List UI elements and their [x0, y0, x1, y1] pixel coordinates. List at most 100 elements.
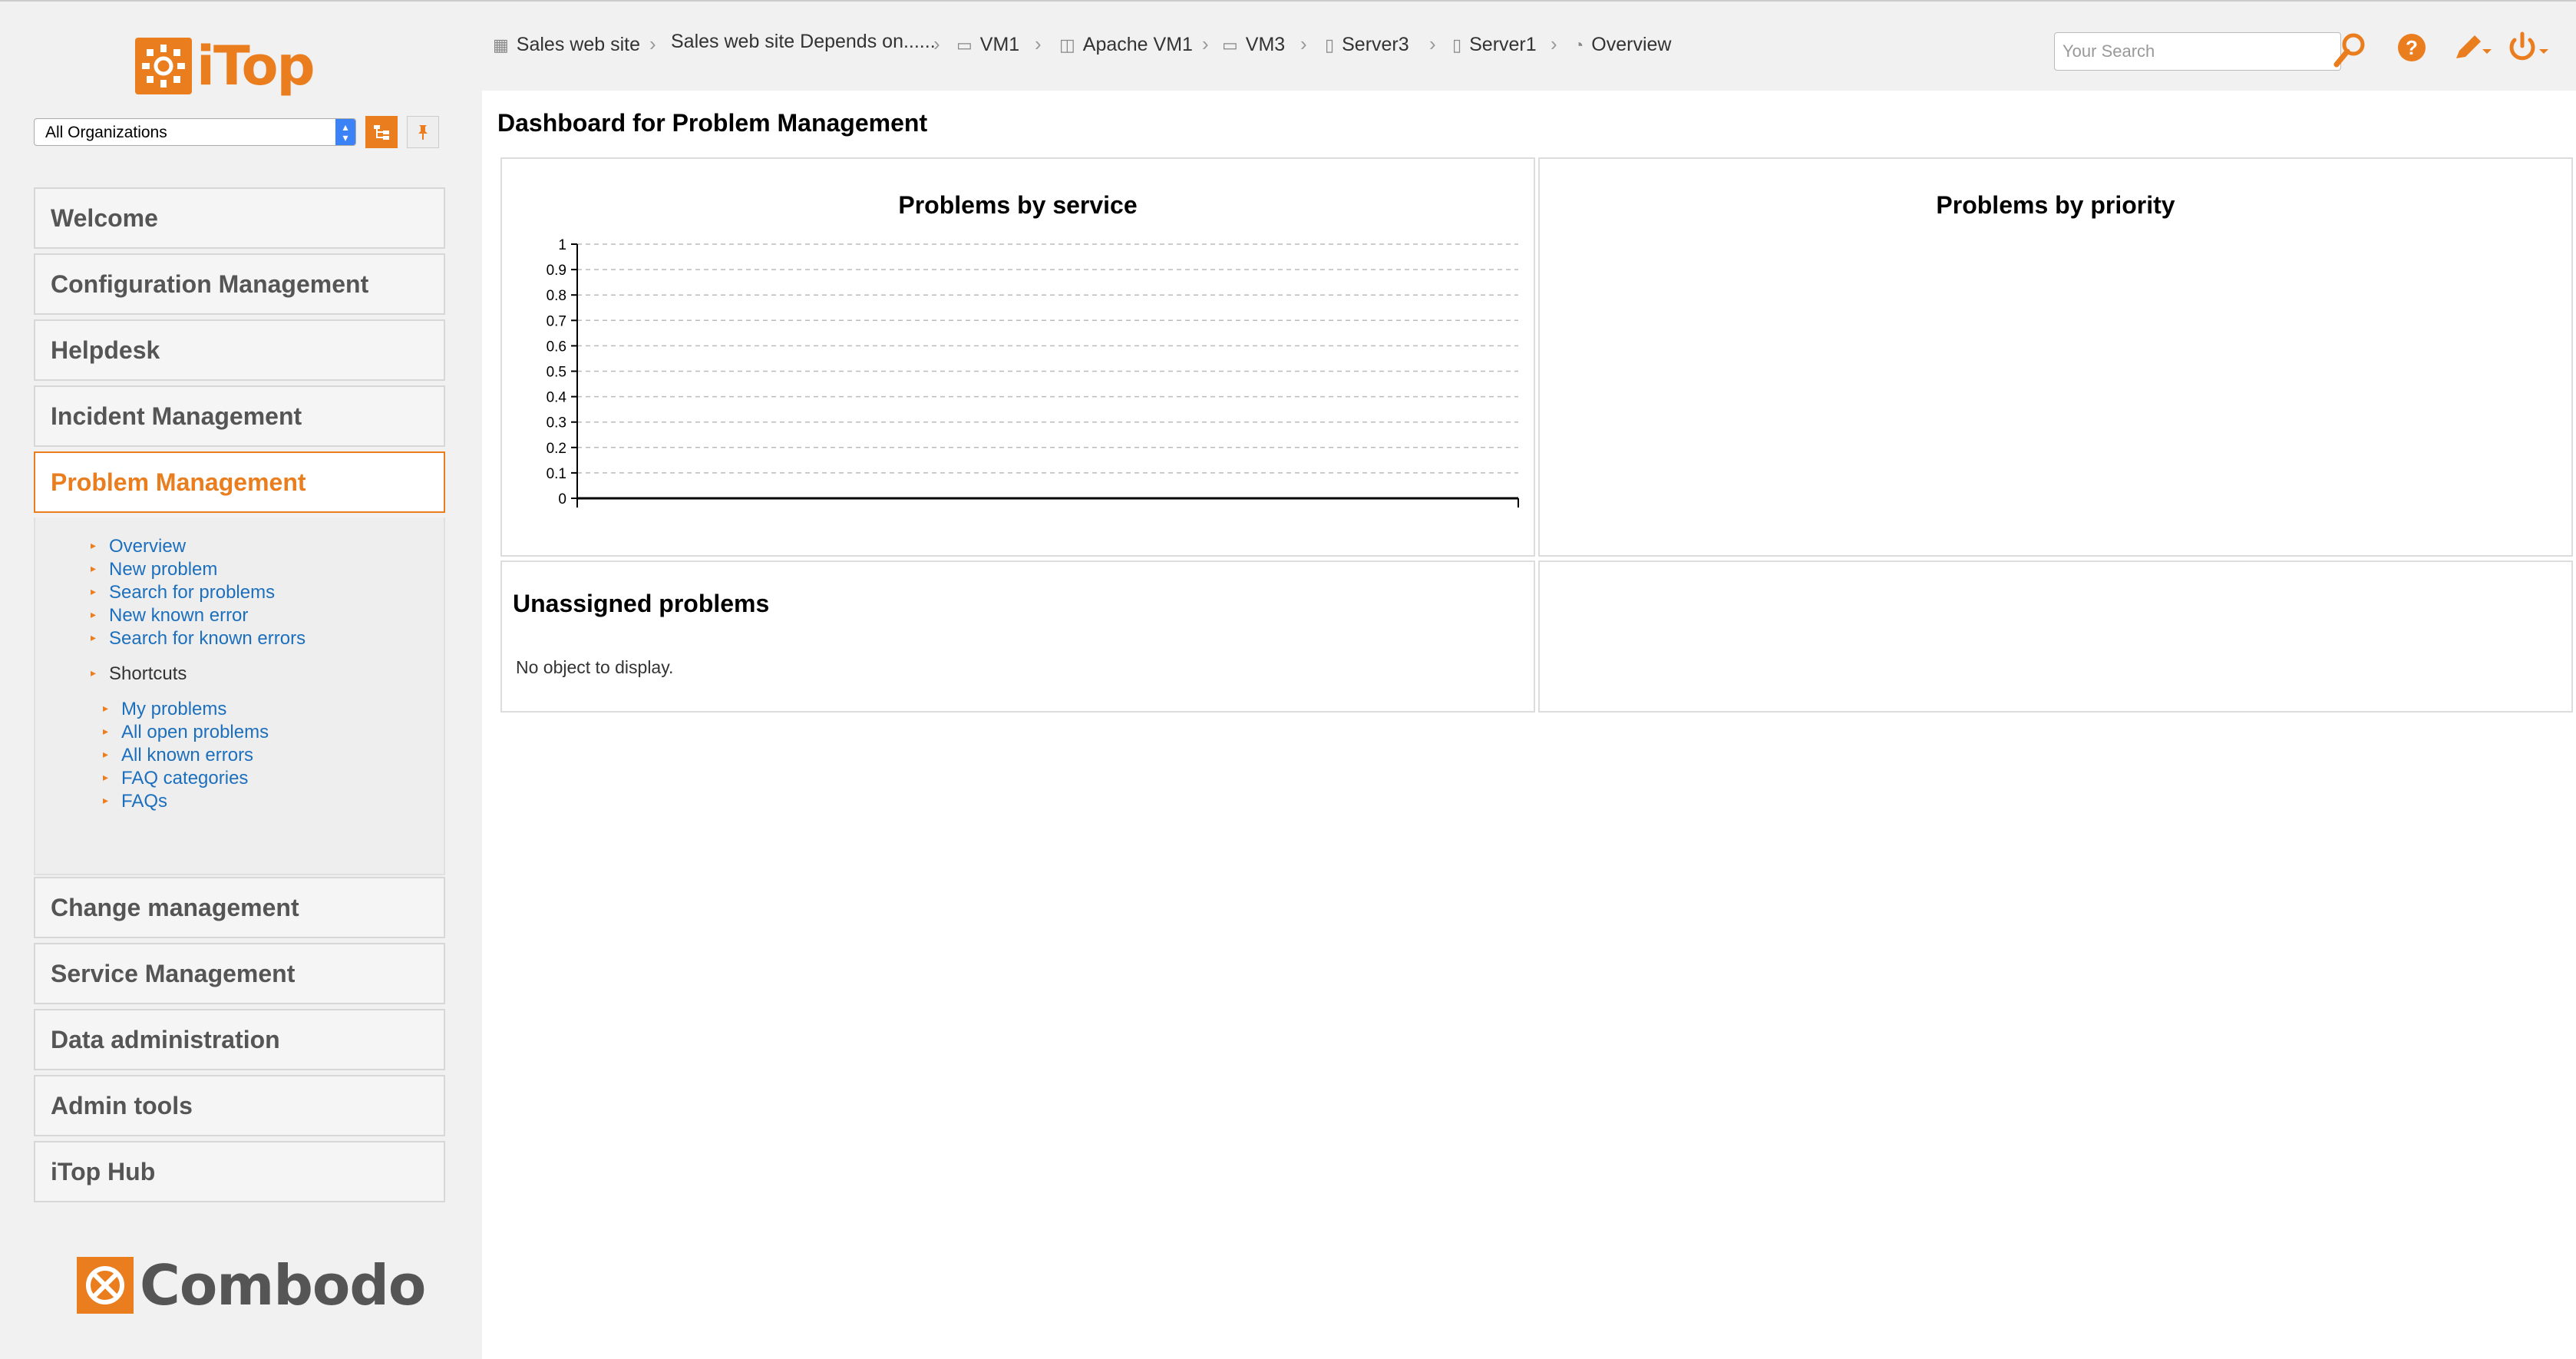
group-icon: ▦ — [493, 35, 509, 55]
combodo-logo-text: Combodo — [140, 1253, 426, 1318]
shortcut-faq-categories[interactable]: FAQ categories — [121, 768, 248, 789]
breadcrumb-apache-vm1[interactable]: ◫ Apache VM1 — [1059, 34, 1193, 56]
menu-itop-hub[interactable]: iTop Hub — [34, 1141, 445, 1202]
breadcrumb-label: Sales web site Depends on...... — [671, 31, 936, 52]
menu-change-management[interactable]: Change management — [34, 877, 445, 938]
breadcrumb-label: Server3 — [1342, 34, 1409, 55]
server-icon: ▯ — [1325, 35, 1335, 55]
breadcrumb-vm1[interactable]: ▭ VM1 — [956, 34, 1019, 56]
search-input[interactable]: Your Search — [2054, 32, 2341, 71]
menu-incident-management[interactable]: Incident Management — [34, 385, 445, 447]
hierarchy-icon — [374, 125, 389, 140]
pin-button[interactable] — [407, 116, 439, 148]
y-tick-label: 0.7 — [547, 313, 566, 329]
unassigned-problems-panel: Unassigned problems No object to display… — [500, 560, 1535, 713]
breadcrumb-server1[interactable]: ▯ Server1 — [1452, 34, 1537, 56]
y-tick-label: 0.6 — [547, 339, 566, 355]
sidebar: iTop All Organizations ▴ ▾ Welcome Config… — [0, 0, 482, 1359]
combodo-logo-icon — [77, 1257, 134, 1314]
hierarchy-button[interactable] — [365, 116, 398, 148]
shortcut-faqs[interactable]: FAQs — [121, 791, 167, 812]
y-tick-label: 0.8 — [547, 288, 566, 304]
breadcrumb-separator-icon: › — [1429, 32, 1436, 55]
organization-select[interactable]: All Organizations ▴ ▾ — [34, 118, 356, 146]
organization-select-value: All Organizations — [45, 124, 167, 141]
vm-icon: ▭ — [956, 35, 973, 55]
breadcrumb-sales-web-site[interactable]: ▦ Sales web site — [493, 34, 640, 56]
menu-helpdesk[interactable]: Helpdesk — [34, 319, 445, 381]
shortcut-all-known-errors[interactable]: All known errors — [121, 745, 253, 766]
breadcrumb-separator-icon: › — [649, 32, 656, 55]
power-icon[interactable] — [2507, 31, 2550, 64]
itop-logo-icon — [135, 38, 192, 94]
problems-by-service-title: Problems by service — [898, 191, 1138, 219]
edit-icon[interactable] — [2452, 31, 2492, 64]
submenu-search-known-errors[interactable]: Search for known errors — [109, 628, 305, 650]
breadcrumb-vm3[interactable]: ▭ VM3 — [1222, 34, 1285, 56]
y-tick-label: 0.2 — [547, 441, 566, 457]
bullet-icon: ▸ — [91, 666, 97, 679]
search-icon[interactable] — [2332, 31, 2367, 69]
bullet-icon: ▸ — [91, 539, 97, 551]
org-selector-row: All Organizations ▴ ▾ — [34, 116, 439, 148]
menu-service-management[interactable]: Service Management — [34, 943, 445, 1004]
problems-by-service-chart: 0 0.1 0.2 0.3 0.4 0.5 0.6 0.7 0.8 0.9 1 — [547, 237, 1519, 508]
shortcut-all-open-problems[interactable]: All open problems — [121, 722, 269, 743]
y-tick-label: 0.4 — [547, 390, 567, 406]
y-tick-label: 0.9 — [547, 263, 566, 279]
breadcrumb-separator-icon: › — [1035, 32, 1042, 55]
submenu-new-problem[interactable]: New problem — [109, 559, 217, 580]
menu-configuration-management[interactable]: Configuration Management — [34, 253, 445, 315]
breadcrumb-label: Server1 — [1469, 34, 1537, 55]
bullet-icon: ▸ — [91, 585, 97, 597]
y-tick-label: 0.3 — [547, 415, 566, 432]
help-icon[interactable]: ? — [2396, 32, 2427, 63]
problems-by-priority-panel: Problems by priority — [1538, 157, 2573, 557]
bullet-icon: ▸ — [103, 725, 109, 737]
webserver-icon: ◫ — [1059, 35, 1075, 55]
breadcrumb-label: Sales web site — [516, 34, 640, 55]
server-icon: ▯ — [1452, 35, 1462, 55]
empty-dashlet-panel — [1538, 560, 2573, 713]
pie-icon: ◔ — [1574, 35, 1584, 55]
breadcrumb-label: Apache VM1 — [1082, 34, 1193, 55]
breadcrumb-separator-icon: › — [1551, 32, 1557, 55]
problem-management-submenu: ▸ Overview ▸ New problem ▸ Search for pr… — [34, 517, 445, 875]
submenu-overview[interactable]: Overview — [109, 536, 186, 557]
problems-by-priority-title: Problems by priority — [1936, 191, 2175, 219]
bullet-icon: ▸ — [103, 794, 109, 806]
menu-admin-tools[interactable]: Admin tools — [34, 1075, 445, 1136]
select-arrows-icon: ▴ ▾ — [335, 119, 355, 145]
svg-text:?: ? — [2406, 36, 2418, 59]
unassigned-problems-title: Unassigned problems — [513, 590, 770, 617]
breadcrumb-label: Overview — [1591, 34, 1672, 55]
combodo-logo[interactable]: Combodo — [77, 1253, 426, 1318]
menu-data-administration[interactable]: Data administration — [34, 1009, 445, 1070]
vm-icon: ▭ — [1222, 35, 1238, 55]
breadcrumb-label: VM3 — [1245, 34, 1286, 55]
shortcut-my-problems[interactable]: My problems — [121, 699, 226, 720]
shortcuts-label: Shortcuts — [109, 663, 187, 684]
menu-problem-management[interactable]: Problem Management — [34, 451, 445, 513]
submenu-search-problems[interactable]: Search for problems — [109, 582, 275, 603]
bullet-icon: ▸ — [103, 748, 109, 760]
pin-icon — [418, 125, 428, 140]
y-tick-label: 0.1 — [547, 466, 566, 482]
breadcrumb-label: VM1 — [979, 34, 1020, 55]
y-tick-label: 0 — [558, 491, 566, 508]
itop-logo[interactable]: iTop — [135, 35, 315, 98]
no-object-message: No object to display. — [516, 657, 674, 677]
menu-welcome[interactable]: Welcome — [34, 187, 445, 249]
breadcrumb-overview[interactable]: ◔ Overview — [1574, 34, 1671, 56]
submenu-new-known-error[interactable]: New known error — [109, 605, 248, 627]
breadcrumb-separator-icon: › — [1300, 32, 1307, 55]
itop-logo-text: iTop — [197, 35, 315, 98]
bullet-icon: ▸ — [103, 771, 109, 783]
problems-by-service-panel: Problems by service 0 0.1 0.2 0.3 0.4 0.5 0.6 0… — [500, 157, 1535, 557]
breadcrumb-separator-icon: › — [933, 32, 940, 55]
y-tick-label: 1 — [558, 237, 566, 253]
breadcrumb-sales-web-site-depends[interactable]: Sales web site Depends on...... — [671, 31, 936, 53]
breadcrumb-server3[interactable]: ▯ Server3 — [1325, 34, 1409, 56]
page-title: Dashboard for Problem Management — [497, 109, 928, 137]
y-tick-label: 0.5 — [547, 365, 566, 381]
